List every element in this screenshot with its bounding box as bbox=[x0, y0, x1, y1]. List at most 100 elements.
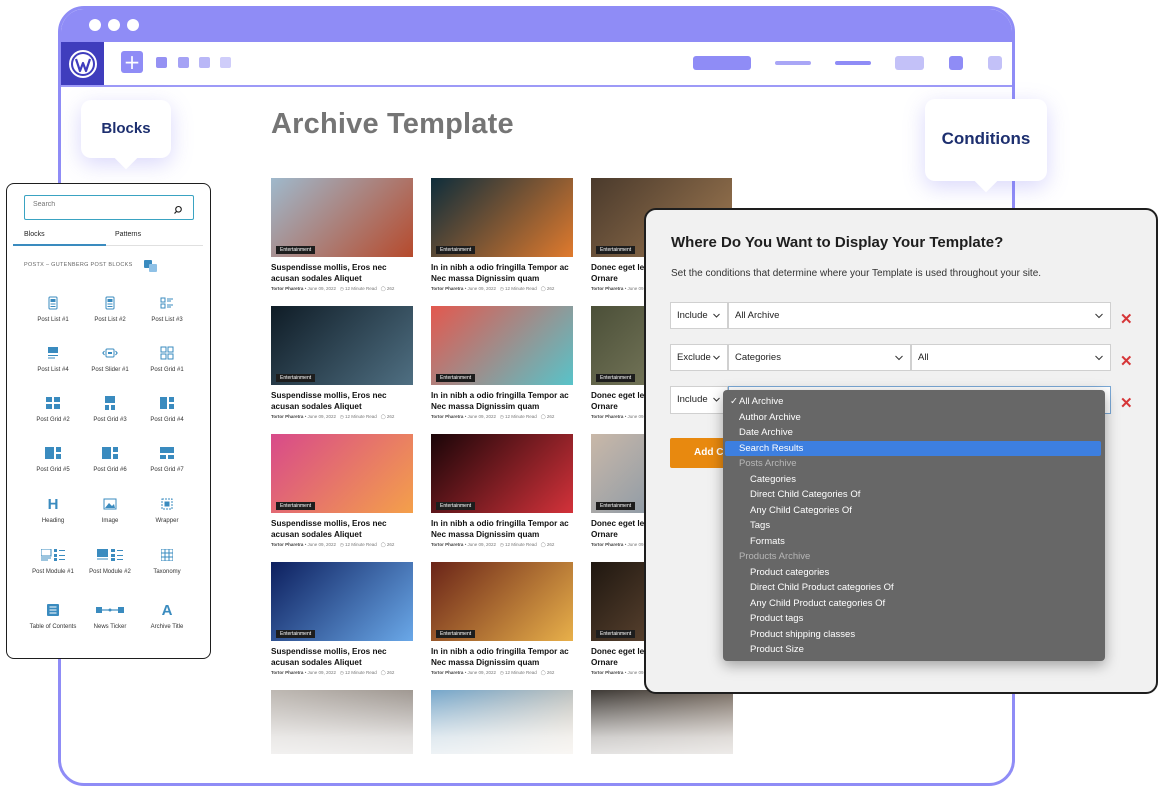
delete-condition-button[interactable]: ✕ bbox=[1120, 354, 1133, 369]
post-card[interactable]: Entertainment Suspendisse mollis, Eros ne… bbox=[271, 306, 413, 420]
toolbar-tool-icon[interactable] bbox=[220, 57, 231, 68]
post-card[interactable]: Entertainment Suspendisse mollis, Eros ne… bbox=[271, 434, 413, 548]
post-author[interactable]: Tortor Pharetra bbox=[591, 286, 623, 291]
block-item[interactable]: Post Module #2 bbox=[80, 544, 140, 577]
post-category-badge[interactable]: Entertainment bbox=[596, 502, 636, 510]
dropdown-option[interactable]: Search Results bbox=[725, 440, 1101, 456]
post-author[interactable]: Tortor Pharetra bbox=[271, 414, 303, 419]
block-item[interactable]: Post Module #1 bbox=[23, 544, 83, 577]
block-item[interactable]: Wrapper bbox=[137, 493, 197, 526]
condition-type-select[interactable]: Include bbox=[670, 302, 728, 329]
post-thumbnail[interactable]: Entertainment bbox=[431, 562, 573, 641]
condition-type-select[interactable]: Exclude bbox=[670, 344, 728, 371]
block-item[interactable]: Table of Contents bbox=[23, 599, 83, 632]
post-title[interactable]: In in nibh a odio fringilla Tempor ac Ne… bbox=[431, 390, 573, 412]
post-title[interactable]: Suspendisse mollis, Eros nec acusan soda… bbox=[271, 518, 413, 540]
wordpress-logo-icon[interactable] bbox=[61, 42, 104, 85]
post-card[interactable]: Entertainment In in nibh a odio fringilla… bbox=[431, 178, 573, 292]
post-category-badge[interactable]: Entertainment bbox=[596, 630, 636, 638]
dropdown-option[interactable]: Any Child Categories Of bbox=[725, 503, 1101, 518]
add-block-button[interactable]: + bbox=[121, 51, 143, 73]
toolbar-button[interactable] bbox=[895, 56, 924, 70]
post-title[interactable]: In in nibh a odio fringilla Tempor ac Ne… bbox=[431, 262, 573, 284]
block-item[interactable]: Post Grid #7 bbox=[137, 442, 197, 475]
post-author[interactable]: Tortor Pharetra bbox=[591, 542, 623, 547]
block-item[interactable]: A Archive Title bbox=[137, 599, 197, 632]
dropdown-option[interactable]: Categories bbox=[725, 472, 1101, 487]
dropdown-option[interactable]: Product shipping classes bbox=[725, 627, 1101, 642]
post-category-badge[interactable]: Entertainment bbox=[436, 246, 476, 254]
block-item[interactable]: Post List #3 bbox=[137, 292, 197, 325]
window-dot-icon[interactable] bbox=[127, 19, 139, 31]
post-card[interactable]: Entertainment In in nibh a odio fringilla… bbox=[431, 434, 573, 548]
post-author[interactable]: Tortor Pharetra bbox=[591, 670, 623, 675]
dropdown-option[interactable]: Direct Child Categories Of bbox=[725, 487, 1101, 502]
post-category-badge[interactable]: Entertainment bbox=[436, 374, 476, 382]
block-item[interactable]: Post Grid #2 bbox=[23, 392, 83, 425]
dropdown-option[interactable]: Author Archive bbox=[725, 410, 1101, 425]
post-title[interactable]: In in nibh a odio fringilla Tempor ac Ne… bbox=[431, 646, 573, 668]
block-item[interactable]: Post Grid #6 bbox=[80, 442, 140, 475]
toolbar-link[interactable] bbox=[835, 61, 871, 65]
block-item[interactable]: Taxonomy bbox=[137, 544, 197, 577]
dropdown-option[interactable]: Direct Child Product categories Of bbox=[725, 580, 1101, 595]
post-thumbnail[interactable]: Entertainment bbox=[271, 178, 413, 257]
post-category-badge[interactable]: Entertainment bbox=[276, 502, 316, 510]
dropdown-option[interactable]: Tags bbox=[725, 518, 1101, 533]
block-item[interactable]: Post List #4 bbox=[23, 342, 83, 375]
post-category-badge[interactable]: Entertainment bbox=[276, 374, 316, 382]
block-item[interactable]: Post Grid #5 bbox=[23, 442, 83, 475]
post-category-badge[interactable]: Entertainment bbox=[276, 246, 316, 254]
dropdown-option[interactable]: ✓ All Archive bbox=[725, 394, 1101, 409]
toolbar-icon-button[interactable] bbox=[949, 56, 963, 70]
block-item[interactable]: Post Grid #1 bbox=[137, 342, 197, 375]
block-item[interactable]: Post Slider #1 bbox=[80, 342, 140, 375]
post-thumbnail[interactable]: Entertainment bbox=[271, 562, 413, 641]
post-title[interactable]: Suspendisse mollis, Eros nec acusan soda… bbox=[271, 646, 413, 668]
post-card[interactable]: Entertainment In in nibh a odio fringilla… bbox=[431, 562, 573, 676]
post-thumbnail[interactable]: Entertainment bbox=[271, 306, 413, 385]
toolbar-tool-icon[interactable] bbox=[156, 57, 167, 68]
block-item[interactable]: Post Grid #4 bbox=[137, 392, 197, 425]
dropdown-option[interactable]: Product tags bbox=[725, 611, 1101, 626]
dropdown-option[interactable]: Product categories bbox=[725, 565, 1101, 580]
post-author[interactable]: Tortor Pharetra bbox=[431, 542, 463, 547]
toolbar-action-button[interactable] bbox=[693, 56, 751, 70]
dropdown-option[interactable]: Date Archive bbox=[725, 425, 1101, 440]
post-card[interactable]: Entertainment Suspendisse mollis, Eros ne… bbox=[271, 178, 413, 292]
post-category-badge[interactable]: Entertainment bbox=[276, 630, 316, 638]
tab-blocks[interactable]: Blocks bbox=[24, 231, 45, 238]
toolbar-link[interactable] bbox=[775, 61, 811, 65]
post-author[interactable]: Tortor Pharetra bbox=[271, 286, 303, 291]
post-author[interactable]: Tortor Pharetra bbox=[431, 670, 463, 675]
post-title[interactable]: In in nibh a odio fringilla Tempor ac Ne… bbox=[431, 518, 573, 540]
condition-value-select[interactable]: All Archive bbox=[728, 302, 1111, 329]
condition-value-select[interactable]: Categories bbox=[728, 344, 911, 371]
condition-type-select[interactable]: Include bbox=[670, 386, 728, 414]
dropdown-option[interactable]: Any Child Product categories Of bbox=[725, 596, 1101, 611]
post-category-badge[interactable]: Entertainment bbox=[596, 374, 636, 382]
block-item[interactable]: Image bbox=[80, 493, 140, 526]
dropdown-option[interactable]: Formats bbox=[725, 534, 1101, 549]
post-title[interactable]: Suspendisse mollis, Eros nec acusan soda… bbox=[271, 390, 413, 412]
post-author[interactable]: Tortor Pharetra bbox=[271, 542, 303, 547]
block-search[interactable] bbox=[24, 195, 194, 220]
post-thumbnail[interactable]: Entertainment bbox=[431, 178, 573, 257]
post-thumbnail[interactable]: Entertainment bbox=[431, 306, 573, 385]
block-item[interactable]: Post Grid #3 bbox=[80, 392, 140, 425]
post-author[interactable]: Tortor Pharetra bbox=[271, 670, 303, 675]
post-category-badge[interactable]: Entertainment bbox=[436, 502, 476, 510]
block-search-input[interactable] bbox=[33, 201, 173, 208]
tab-patterns[interactable]: Patterns bbox=[115, 231, 141, 238]
window-dot-icon[interactable] bbox=[89, 19, 101, 31]
block-item[interactable]: Post List #1 bbox=[23, 292, 83, 325]
post-category-badge[interactable]: Entertainment bbox=[436, 630, 476, 638]
toolbar-tool-icon[interactable] bbox=[178, 57, 189, 68]
window-dot-icon[interactable] bbox=[108, 19, 120, 31]
block-item[interactable]: Post List #2 bbox=[80, 292, 140, 325]
post-title[interactable]: Suspendisse mollis, Eros nec acusan soda… bbox=[271, 262, 413, 284]
search-icon[interactable] bbox=[173, 202, 183, 220]
dropdown-option[interactable]: Product Size bbox=[725, 642, 1101, 657]
condition-sub-select[interactable]: All bbox=[911, 344, 1111, 371]
post-author[interactable]: Tortor Pharetra bbox=[431, 286, 463, 291]
